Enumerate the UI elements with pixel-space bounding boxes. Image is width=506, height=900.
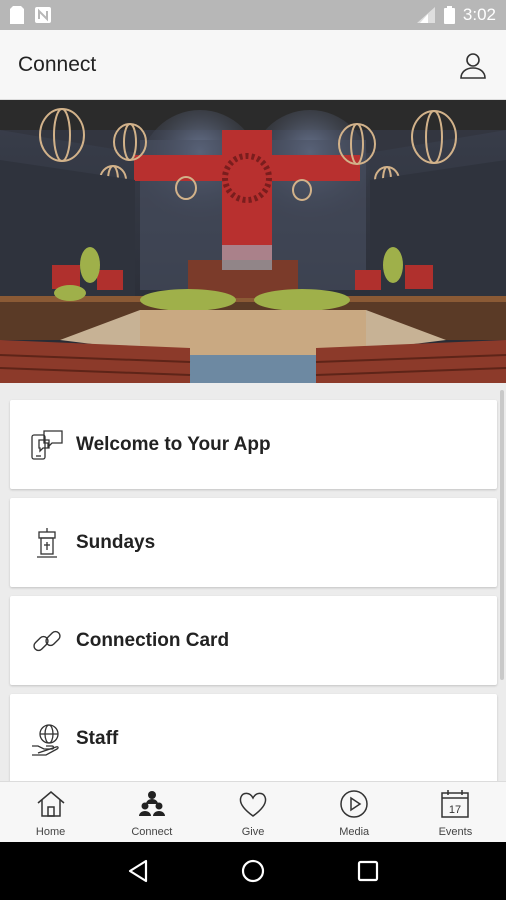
home-circle-icon: [241, 859, 265, 883]
home-system-button[interactable]: [238, 856, 268, 886]
menu-item-label: Sundays: [76, 531, 156, 553]
menu-item-sundays[interactable]: Sundays: [10, 498, 497, 587]
scrollbar-thumb[interactable]: [500, 390, 504, 680]
link-icon: [30, 624, 64, 658]
sd-card-icon: [10, 6, 24, 24]
menu-item-label: Welcome to Your App: [76, 433, 271, 455]
menu-item-staff[interactable]: Staff: [10, 694, 497, 783]
back-triangle-icon: [128, 859, 147, 883]
menu-list: Welcome to Your App Sundays Connection C…: [10, 400, 497, 792]
nav-home[interactable]: Home: [0, 782, 101, 842]
status-time: 3:02: [462, 5, 496, 24]
people-icon: [138, 791, 165, 816]
globe-hand-icon: [30, 722, 64, 756]
bottom-navigation: Home Connect Give Media 17 Events: [0, 781, 506, 842]
page-title: Connect: [18, 52, 97, 76]
phone-screen: 3:02 Connect Welcome to Your App Sundays…: [0, 0, 506, 900]
back-button[interactable]: [123, 856, 153, 886]
menu-item-label: Connection Card: [76, 629, 230, 651]
system-navigation-bar: [0, 842, 506, 900]
nav-label: Connect: [131, 826, 173, 838]
sanctuary-illustration: [0, 100, 506, 383]
nav-label: Home: [35, 826, 66, 838]
nav-give[interactable]: Give: [202, 782, 303, 842]
nav-label: Media: [339, 826, 370, 838]
chat-phone-icon: [30, 428, 64, 462]
battery-icon: [443, 6, 455, 24]
play-icon: [340, 790, 368, 818]
menu-item-label: Staff: [76, 727, 119, 749]
nav-events[interactable]: 17 Events: [405, 782, 506, 842]
nav-media[interactable]: Media: [304, 782, 405, 842]
signal-icon: [416, 7, 435, 23]
nav-label: Give: [241, 826, 265, 838]
menu-item-welcome[interactable]: Welcome to Your App: [10, 400, 497, 489]
recents-square-icon: [358, 860, 379, 882]
hero-image: [0, 100, 506, 383]
profile-icon[interactable]: [458, 50, 488, 80]
recents-button[interactable]: [353, 856, 383, 886]
heart-icon: [239, 792, 267, 817]
status-bar: 3:02: [0, 0, 506, 30]
n-notification-icon: [35, 7, 51, 23]
app-bar: Connect: [0, 30, 506, 100]
nav-label: Events: [438, 826, 473, 838]
pulpit-icon: [30, 526, 64, 560]
calendar-icon: 17: [441, 790, 470, 818]
nav-connect[interactable]: Connect: [101, 782, 202, 842]
menu-item-connection-card[interactable]: Connection Card: [10, 596, 497, 685]
calendar-day: 17: [449, 804, 461, 816]
home-icon: [37, 791, 65, 817]
